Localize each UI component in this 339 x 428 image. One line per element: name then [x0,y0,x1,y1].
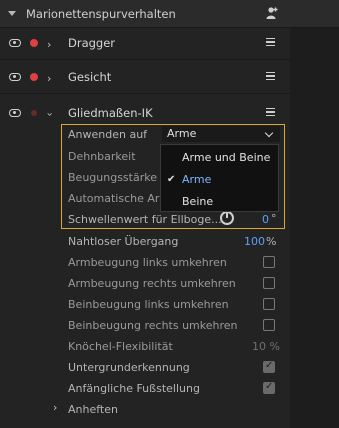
menu-icon[interactable] [266,108,275,116]
select-value: Arme [167,127,197,140]
armbeugung-rechts-checkbox[interactable] [263,277,275,289]
beugungsstaerke-label: Beugungsstärke [68,171,157,184]
layer-name: Gliedmaßen-IK [68,106,153,120]
eye-icon[interactable] [9,73,21,81]
schwellenwert-label: Schwellenwert für Ellboge... [68,213,222,226]
anfaengliche-fussstellung-checkbox[interactable] [263,381,275,394]
anwenden-auf-select[interactable]: Arme [162,126,280,142]
check-label: Beinbeugung rechts umkehren [68,319,238,332]
eye-icon[interactable] [9,109,21,117]
knoechel-flexibilitaet-label: Knöchel-Flexibilität [68,340,173,353]
record-dot-icon [31,110,37,116]
panel-title: Marionettenspurverhalten [26,7,176,21]
dropdown-option-beine[interactable]: Beine [182,195,213,208]
degree-unit: ° [271,212,277,225]
menu-icon[interactable] [266,38,275,46]
nahtloser-uebergang-value[interactable]: 100 [244,235,265,248]
armbeugung-links-checkbox[interactable] [263,256,275,268]
record-dot-icon [30,73,38,81]
eye-icon[interactable] [9,39,21,47]
layer-row-gliedmassen-ik[interactable]: › Gliedmaßen-IK [0,103,290,123]
beinbeugung-rechts-checkbox[interactable] [263,319,275,331]
checkmark-icon: ✔ [167,174,176,185]
expand-arrow-icon[interactable]: › [47,38,51,51]
record-dot-icon [30,39,38,47]
divider [0,59,290,60]
automatische-arm-label: Automatische Arm [68,192,170,205]
percent-unit: % [266,235,277,248]
check-label: Armbeugung links umkehren [68,256,227,269]
anfaengliche-fussstellung-label: Anfängliche Fußstellung [68,382,200,395]
check-label: Armbeugung rechts umkehren [68,277,236,290]
person-add-icon[interactable] [265,6,279,20]
dial-knob-icon[interactable] [220,211,234,225]
layer-row-gesicht[interactable]: › Gesicht [0,67,290,87]
untergrunderkennung-label: Untergrunderkennung [68,361,190,374]
layer-name: Gesicht [68,70,112,84]
collapse-chevron-icon[interactable] [8,11,16,16]
layer-name: Dragger [68,36,116,50]
chevron-down-icon [264,128,274,138]
nahtloser-uebergang-label: Nahtloser Übergang [68,235,179,248]
right-gutter [290,0,339,428]
panel-header[interactable]: Marionettenspurverhalten [0,0,339,28]
menu-icon[interactable] [266,72,275,80]
anwenden-dropdown-menu: Arme und Beine ✔ Arme Beine [160,144,279,212]
dropdown-option-arme[interactable]: Arme [182,173,211,186]
expand-arrow-icon[interactable]: › [47,72,51,85]
collapse-arrow-icon[interactable]: › [44,112,57,116]
anheften-label[interactable]: Anheften [68,403,118,416]
divider [0,93,290,94]
knoechel-flexibilitaet-value: 10 % [252,340,280,353]
check-label: Beinbeugung links umkehren [68,298,229,311]
beinbeugung-links-checkbox[interactable] [263,298,275,310]
dropdown-option-arme-und-beine[interactable]: Arme und Beine [182,151,270,164]
dehnbarkeit-label: Dehnbarkeit [68,150,136,163]
anwenden-auf-label: Anwenden auf [68,128,148,141]
expand-arrow-icon[interactable]: › [53,401,57,414]
untergrunderkennung-checkbox[interactable] [263,360,275,373]
schwellenwert-value[interactable]: 0 [262,213,269,226]
layer-row-dragger[interactable]: › Dragger [0,33,290,53]
